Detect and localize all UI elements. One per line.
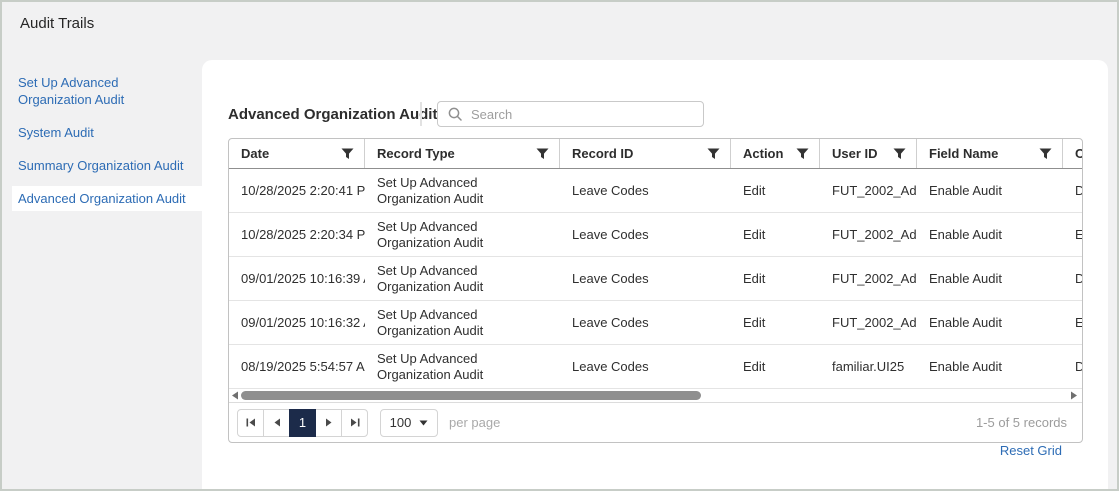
scroll-right-icon[interactable]: [1070, 391, 1078, 400]
sidebar-item-advanced-organization-audit[interactable]: Advanced Organization Audit: [12, 186, 202, 211]
audit-table: Date Record Type Record ID Action User I…: [228, 138, 1083, 443]
column-header-record-type[interactable]: Record Type: [365, 139, 560, 168]
page-size-value: 100: [390, 415, 412, 430]
table-row[interactable]: 10/28/2025 2:20:41 PM Set Up Advanced Or…: [229, 169, 1082, 213]
record-count-label: 1-5 of 5 records: [976, 415, 1067, 430]
next-page-icon: [325, 418, 333, 427]
cell-record-id: Leave Codes: [560, 169, 731, 212]
table-row[interactable]: 10/28/2025 2:20:34 PM Set Up Advanced Or…: [229, 213, 1082, 257]
cell-record-type: Set Up Advanced Organization Audit: [365, 169, 560, 212]
cell-old-value: Ena: [1063, 301, 1083, 344]
column-header-old-value[interactable]: Old: [1063, 139, 1083, 168]
last-page-button[interactable]: [341, 409, 368, 437]
cell-record-type: Set Up Advanced Organization Audit: [365, 301, 560, 344]
title-divider: [420, 102, 422, 126]
cell-action: Edit: [731, 169, 820, 212]
next-page-button[interactable]: [315, 409, 342, 437]
column-label: Old: [1075, 146, 1083, 161]
horizontal-scrollbar: [229, 389, 1082, 402]
filter-icon[interactable]: [893, 148, 906, 160]
cell-old-value: Disa: [1063, 169, 1083, 212]
search-input[interactable]: [471, 107, 695, 122]
sidebar-item-setup-advanced-organization-audit[interactable]: Set Up Advanced Organization Audit: [2, 70, 192, 112]
panel-title: Advanced Organization Audit: [228, 106, 437, 123]
first-page-icon: [246, 418, 256, 427]
column-label: Field Name: [929, 146, 998, 161]
cell-user-id: FUT_2002_Ad...: [820, 213, 917, 256]
pagination-button-group: 1: [237, 409, 368, 437]
cell-user-id: FUT_2002_Ad...: [820, 169, 917, 212]
cell-record-type: Set Up Advanced Organization Audit: [365, 257, 560, 300]
reset-grid-link[interactable]: Reset Grid: [1000, 443, 1062, 458]
sidebar: Set Up Advanced Organization Audit Syste…: [2, 60, 202, 489]
cell-record-id: Leave Codes: [560, 213, 731, 256]
cell-record-type: Set Up Advanced Organization Audit: [365, 213, 560, 256]
cell-record-type: Set Up Advanced Organization Audit: [365, 345, 560, 388]
cell-action: Edit: [731, 345, 820, 388]
cell-old-value: Disa: [1063, 257, 1083, 300]
cell-date: 09/01/2025 10:16:32 AM: [229, 301, 365, 344]
chevron-down-icon: [419, 420, 428, 426]
column-header-record-id[interactable]: Record ID: [560, 139, 731, 168]
sidebar-item-system-audit[interactable]: System Audit: [2, 120, 202, 145]
sidebar-item-summary-organization-audit[interactable]: Summary Organization Audit: [2, 153, 202, 178]
table-row[interactable]: 09/01/2025 10:16:39 AM Set Up Advanced O…: [229, 257, 1082, 301]
table-row[interactable]: 08/19/2025 5:54:57 AM Set Up Advanced Or…: [229, 345, 1082, 389]
scrollbar-thumb[interactable]: [241, 391, 701, 400]
cell-field-name: Enable Audit: [917, 257, 1063, 300]
column-label: Action: [743, 146, 783, 161]
column-header-field-name[interactable]: Field Name: [917, 139, 1063, 168]
cell-date: 08/19/2025 5:54:57 AM: [229, 345, 365, 388]
cell-field-name: Enable Audit: [917, 345, 1063, 388]
column-label: User ID: [832, 146, 878, 161]
cell-date: 09/01/2025 10:16:39 AM: [229, 257, 365, 300]
search-box: [437, 101, 704, 127]
cell-action: Edit: [731, 213, 820, 256]
search-icon: [448, 107, 462, 121]
cell-field-name: Enable Audit: [917, 301, 1063, 344]
cell-date: 10/28/2025 2:20:41 PM: [229, 169, 365, 212]
cell-user-id: FUT_2002_Ad...: [820, 301, 917, 344]
column-label: Record ID: [572, 146, 633, 161]
cell-field-name: Enable Audit: [917, 213, 1063, 256]
cell-record-id: Leave Codes: [560, 301, 731, 344]
cell-field-name: Enable Audit: [917, 169, 1063, 212]
filter-icon[interactable]: [796, 148, 809, 160]
cell-old-value: Disa: [1063, 345, 1083, 388]
cell-record-id: Leave Codes: [560, 345, 731, 388]
column-header-action[interactable]: Action: [731, 139, 820, 168]
column-header-user-id[interactable]: User ID: [820, 139, 917, 168]
cell-user-id: familiar.UI25: [820, 345, 917, 388]
column-header-date[interactable]: Date: [229, 139, 365, 168]
main-panel: Advanced Organization Audit Date Record …: [202, 60, 1108, 489]
pagination-bar: 1 100 per page 1-5 of 5 records: [229, 402, 1082, 442]
page-title: Audit Trails: [20, 15, 94, 32]
table-row[interactable]: 09/01/2025 10:16:32 AM Set Up Advanced O…: [229, 301, 1082, 345]
last-page-icon: [350, 418, 360, 427]
cell-action: Edit: [731, 301, 820, 344]
cell-old-value: Ena: [1063, 213, 1083, 256]
column-label: Date: [241, 146, 269, 161]
previous-page-icon: [273, 418, 281, 427]
scroll-left-icon[interactable]: [231, 391, 239, 400]
filter-icon[interactable]: [341, 148, 354, 160]
previous-page-button[interactable]: [263, 409, 290, 437]
page-number-button[interactable]: 1: [289, 409, 316, 437]
column-label: Record Type: [377, 146, 455, 161]
cell-user-id: FUT_2002_Ad...: [820, 257, 917, 300]
per-page-label: per page: [449, 415, 500, 430]
page-size-select[interactable]: 100: [380, 409, 438, 437]
cell-date: 10/28/2025 2:20:34 PM: [229, 213, 365, 256]
cell-action: Edit: [731, 257, 820, 300]
filter-icon[interactable]: [536, 148, 549, 160]
cell-record-id: Leave Codes: [560, 257, 731, 300]
filter-icon[interactable]: [707, 148, 720, 160]
table-header-row: Date Record Type Record ID Action User I…: [229, 139, 1082, 169]
first-page-button[interactable]: [237, 409, 264, 437]
filter-icon[interactable]: [1039, 148, 1052, 160]
